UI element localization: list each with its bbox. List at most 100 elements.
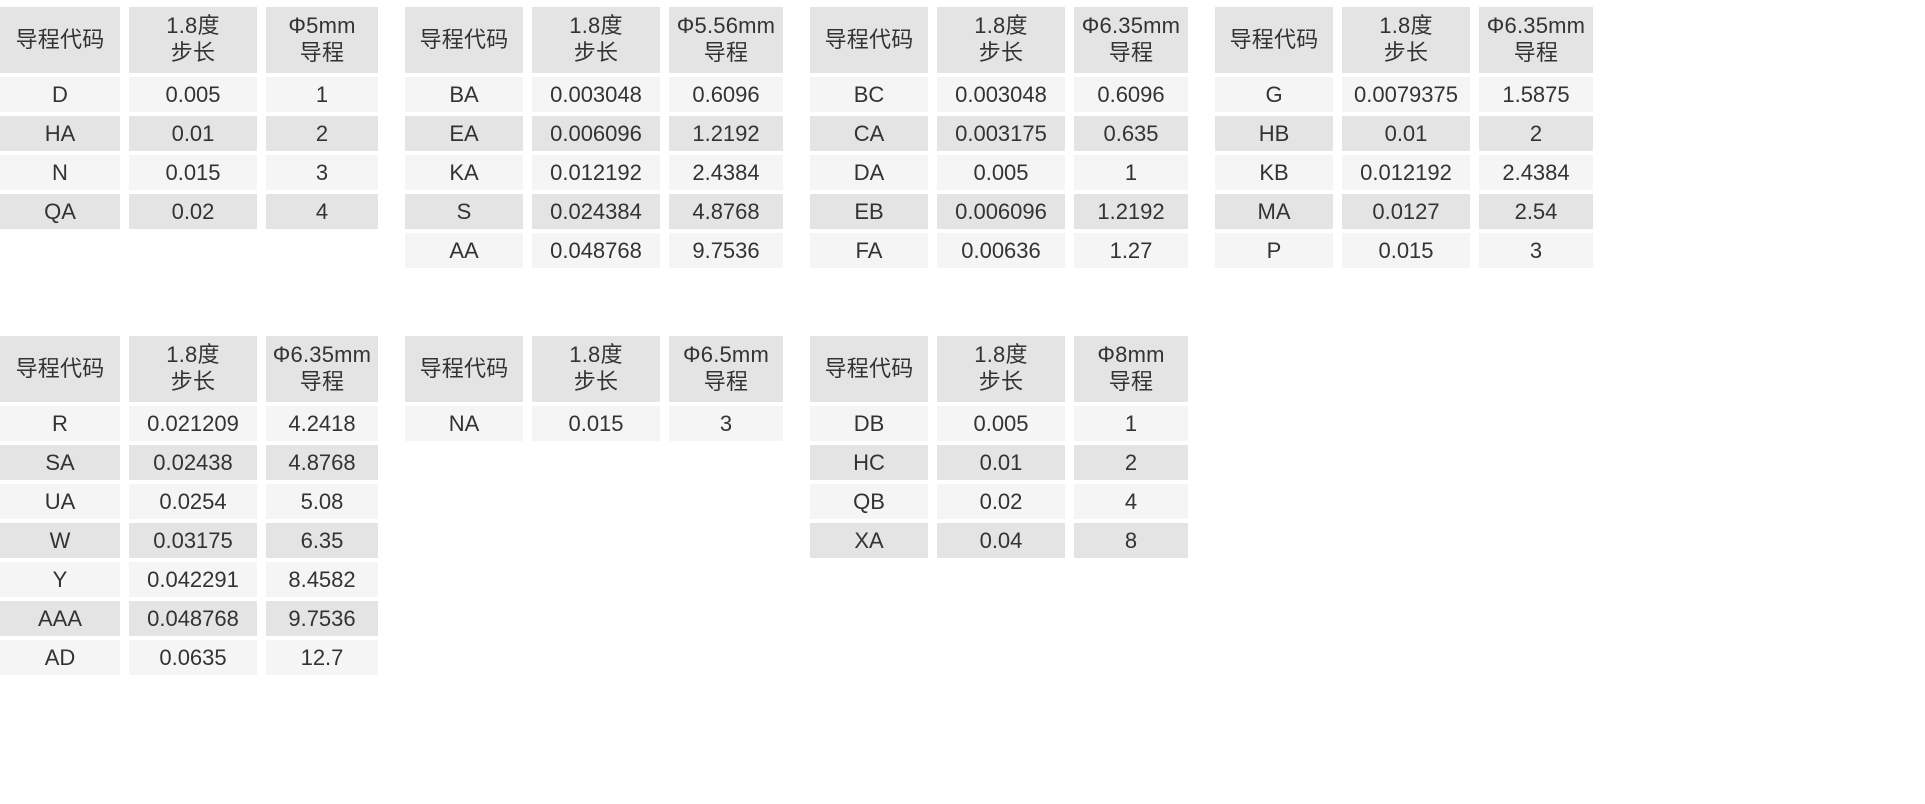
cell-lead-code: AA bbox=[405, 233, 523, 268]
column-header-lead-line-1: Φ6.5mm bbox=[683, 342, 769, 368]
column-header-step-line-2: 步长 bbox=[978, 40, 1024, 65]
cell-lead-value: 0.6096 bbox=[1074, 77, 1188, 112]
table-row: SA 0.02438 4.8768 bbox=[0, 445, 378, 480]
column-header-step-line-1: 1.8度 bbox=[166, 13, 220, 39]
cell-step-length: 0.042291 bbox=[129, 562, 257, 597]
cell-lead-code: UA bbox=[0, 484, 120, 519]
cell-step-length: 0.021209 bbox=[129, 406, 257, 441]
column-header-lead-diameter: Φ6.35mm 导程 bbox=[266, 336, 378, 402]
cell-lead-code: EB bbox=[810, 194, 928, 229]
column-header-lead-line-1: Φ6.35mm bbox=[272, 342, 372, 368]
cell-lead-code: HB bbox=[1215, 116, 1333, 151]
cell-step-length: 0.024384 bbox=[532, 194, 660, 229]
cell-lead-value: 2.54 bbox=[1479, 194, 1593, 229]
cell-lead-value: 4 bbox=[266, 194, 378, 229]
column-header-step-line-2: 步长 bbox=[573, 369, 619, 394]
lead-screw-spec-tables-page: 导程代码 1.8度 步长 Φ5mm 导程 D 0.005 1 HA 0.01 2 N 0.015 3 QA 0… bbox=[0, 0, 1925, 804]
column-header-step-line-1: 1.8度 bbox=[569, 342, 623, 368]
table-lead-5mm: 导程代码 1.8度 步长 Φ5mm 导程 D 0.005 1 HA 0.01 2 N 0.015 3 QA 0… bbox=[0, 3, 387, 233]
column-header-lead-line-2: 导程 bbox=[1108, 369, 1154, 394]
column-header-lead-code: 导程代码 bbox=[1215, 7, 1333, 73]
table-row: FA 0.00636 1.27 bbox=[810, 233, 1188, 268]
table-row: Y 0.042291 8.4582 bbox=[0, 562, 378, 597]
cell-step-length: 0.048768 bbox=[129, 601, 257, 636]
table-row: HA 0.01 2 bbox=[0, 116, 378, 151]
cell-step-length: 0.006096 bbox=[532, 116, 660, 151]
column-header-lead-line-2: 导程 bbox=[299, 40, 345, 65]
cell-lead-code: AD bbox=[0, 640, 120, 675]
table-row: S 0.024384 4.8768 bbox=[405, 194, 783, 229]
cell-lead-code: R bbox=[0, 406, 120, 441]
cell-lead-code: BA bbox=[405, 77, 523, 112]
cell-lead-code: KA bbox=[405, 155, 523, 190]
cell-step-length: 0.005 bbox=[937, 406, 1065, 441]
cell-lead-code: HC bbox=[810, 445, 928, 480]
cell-lead-code: W bbox=[0, 523, 120, 558]
cell-step-length: 0.0079375 bbox=[1342, 77, 1470, 112]
cell-lead-value: 8 bbox=[1074, 523, 1188, 558]
cell-lead-value: 3 bbox=[266, 155, 378, 190]
table-header-row: 导程代码 1.8度 步长 Φ6.35mm 导程 bbox=[0, 336, 378, 402]
cell-step-length: 0.02 bbox=[129, 194, 257, 229]
cell-lead-code: S bbox=[405, 194, 523, 229]
column-header-lead-diameter: Φ5.56mm 导程 bbox=[669, 7, 783, 73]
column-header-lead-line-1: Φ6.35mm bbox=[1081, 13, 1181, 39]
table-row: AAA 0.048768 9.7536 bbox=[0, 601, 378, 636]
column-header-step-line-2: 步长 bbox=[170, 40, 216, 65]
table-row: G 0.0079375 1.5875 bbox=[1215, 77, 1593, 112]
column-header-lead-line-1: Φ5.56mm bbox=[676, 13, 776, 39]
cell-step-length: 0.01 bbox=[129, 116, 257, 151]
table-row: DA 0.005 1 bbox=[810, 155, 1188, 190]
table-header-row: 导程代码 1.8度 步长 Φ8mm 导程 bbox=[810, 336, 1188, 402]
cell-lead-code: BC bbox=[810, 77, 928, 112]
cell-step-length: 0.04 bbox=[937, 523, 1065, 558]
table-row: HB 0.01 2 bbox=[1215, 116, 1593, 151]
column-header-lead-line-2: 导程 bbox=[703, 40, 749, 65]
table-row: QB 0.02 4 bbox=[810, 484, 1188, 519]
cell-lead-code: CA bbox=[810, 116, 928, 151]
cell-lead-value: 4 bbox=[1074, 484, 1188, 519]
cell-step-length: 0.048768 bbox=[532, 233, 660, 268]
cell-lead-value: 1 bbox=[1074, 406, 1188, 441]
cell-step-length: 0.015 bbox=[1342, 233, 1470, 268]
column-header-step-line-2: 步长 bbox=[1383, 40, 1429, 65]
column-header-step-length: 1.8度 步长 bbox=[129, 336, 257, 402]
cell-lead-value: 4.8768 bbox=[266, 445, 378, 480]
column-header-lead-diameter: Φ8mm 导程 bbox=[1074, 336, 1188, 402]
cell-step-length: 0.005 bbox=[937, 155, 1065, 190]
table-row: KA 0.012192 2.4384 bbox=[405, 155, 783, 190]
table-row: BC 0.003048 0.6096 bbox=[810, 77, 1188, 112]
cell-lead-code: HA bbox=[0, 116, 120, 151]
table-row: MA 0.0127 2.54 bbox=[1215, 194, 1593, 229]
column-header-lead-line-2: 导程 bbox=[1513, 40, 1559, 65]
cell-lead-value: 2.4384 bbox=[1479, 155, 1593, 190]
column-header-step-line-1: 1.8度 bbox=[974, 342, 1028, 368]
column-header-step-length: 1.8度 步长 bbox=[532, 7, 660, 73]
cell-lead-value: 3 bbox=[669, 406, 783, 441]
cell-lead-value: 4.8768 bbox=[669, 194, 783, 229]
table-row: UA 0.0254 5.08 bbox=[0, 484, 378, 519]
cell-lead-code: QA bbox=[0, 194, 120, 229]
table-row: D 0.005 1 bbox=[0, 77, 378, 112]
cell-step-length: 0.0254 bbox=[129, 484, 257, 519]
cell-lead-value: 3 bbox=[1479, 233, 1593, 268]
column-header-lead-diameter: Φ6.5mm 导程 bbox=[669, 336, 783, 402]
cell-lead-value: 9.7536 bbox=[266, 601, 378, 636]
cell-lead-code: G bbox=[1215, 77, 1333, 112]
column-header-step-line-1: 1.8度 bbox=[569, 13, 623, 39]
cell-lead-code: DA bbox=[810, 155, 928, 190]
column-header-lead-diameter: Φ5mm 导程 bbox=[266, 7, 378, 73]
cell-lead-value: 4.2418 bbox=[266, 406, 378, 441]
cell-step-length: 0.01 bbox=[937, 445, 1065, 480]
table-row: N 0.015 3 bbox=[0, 155, 378, 190]
cell-lead-value: 2 bbox=[266, 116, 378, 151]
cell-step-length: 0.015 bbox=[129, 155, 257, 190]
table-lead-5-56mm: 导程代码 1.8度 步长 Φ5.56mm 导程 BA 0.003048 0.6096 EA 0.0… bbox=[396, 3, 792, 272]
cell-step-length: 0.0635 bbox=[129, 640, 257, 675]
cell-lead-code: Y bbox=[0, 562, 120, 597]
column-header-lead-line-2: 导程 bbox=[299, 369, 345, 394]
column-header-step-length: 1.8度 步长 bbox=[937, 7, 1065, 73]
cell-lead-value: 1.27 bbox=[1074, 233, 1188, 268]
column-header-lead-code: 导程代码 bbox=[0, 336, 120, 402]
cell-lead-code: SA bbox=[0, 445, 120, 480]
